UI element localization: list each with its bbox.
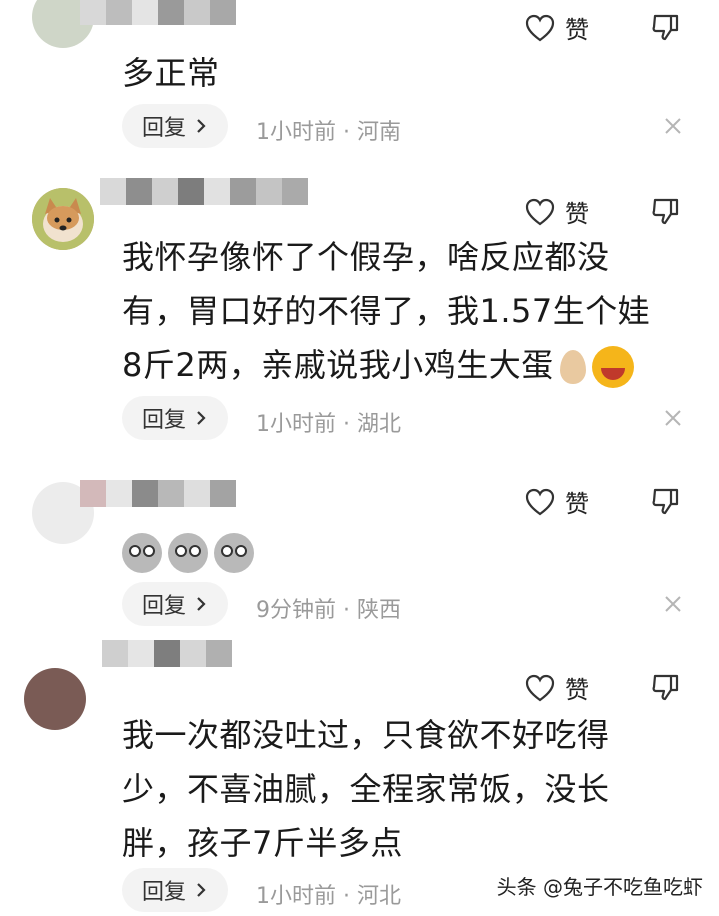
like-label: 赞	[565, 200, 589, 228]
chevron-right-icon	[197, 883, 206, 897]
timestamp-location: 1小时前 · 湖北	[256, 412, 401, 437]
thumbs-down-icon[interactable]	[651, 672, 681, 702]
chevron-right-icon	[197, 597, 206, 611]
like-label: 赞	[565, 676, 589, 704]
egg-emoji-icon	[559, 350, 586, 384]
shocked-emoji-icon	[122, 533, 162, 573]
watermark: 头条 @兔子不吃鱼吃虾	[496, 875, 703, 899]
shocked-emoji-icon	[168, 533, 208, 573]
reply-label: 回复	[142, 116, 187, 141]
thumbs-down-icon[interactable]	[651, 196, 681, 226]
reply-label: 回复	[142, 408, 187, 433]
timestamp-location: 9分钟前 · 陕西	[256, 598, 401, 623]
thumbs-down-icon[interactable]	[651, 486, 681, 516]
comment-text: 多正常	[122, 54, 220, 92]
avatar[interactable]	[32, 188, 94, 250]
heart-outline-icon	[525, 674, 555, 701]
laughing-emoji-icon	[591, 346, 634, 388]
chevron-right-icon	[197, 119, 206, 133]
thumbs-down-icon[interactable]	[651, 12, 681, 42]
heart-outline-icon	[525, 198, 555, 225]
timestamp-location: 1小时前 · 河南	[256, 120, 401, 145]
username-mosaic	[100, 178, 308, 232]
comment-text: 我一次都没吐过，只食欲不好吃得少，不喜油腻，全程家常饭，没长胖，孩子7斤半多点	[122, 716, 610, 862]
username-mosaic	[80, 0, 236, 52]
close-icon[interactable]	[663, 594, 683, 614]
like-button[interactable]: 赞	[525, 484, 589, 519]
reply-button[interactable]: 回复	[122, 396, 229, 440]
reply-label: 回复	[142, 594, 187, 619]
reply-label: 回复	[142, 880, 187, 905]
timestamp-location: 1小时前 · 河北	[256, 884, 401, 909]
comment-text: 我怀孕像怀了个假孕，啥反应都没有，胃口好的不得了，我1.57生个娃8斤2两，亲戚…	[122, 230, 662, 392]
heart-outline-icon	[525, 488, 555, 515]
like-label: 赞	[565, 490, 589, 518]
close-icon[interactable]	[663, 408, 683, 428]
reply-button[interactable]: 回复	[122, 582, 229, 626]
like-button[interactable]: 赞	[525, 10, 589, 45]
shocked-emoji-icon	[214, 533, 254, 573]
username-mosaic	[102, 640, 232, 694]
avatar[interactable]	[24, 668, 86, 730]
chevron-right-icon	[197, 411, 206, 425]
like-button[interactable]: 赞	[525, 194, 589, 229]
heart-outline-icon	[525, 14, 555, 41]
like-button[interactable]: 赞	[525, 670, 589, 705]
like-label: 赞	[565, 16, 589, 44]
reply-button[interactable]: 回复	[122, 104, 229, 148]
close-icon[interactable]	[663, 116, 683, 136]
dog-avatar-image	[32, 188, 94, 250]
reply-button[interactable]: 回复	[122, 868, 229, 912]
comment-text	[122, 524, 682, 578]
